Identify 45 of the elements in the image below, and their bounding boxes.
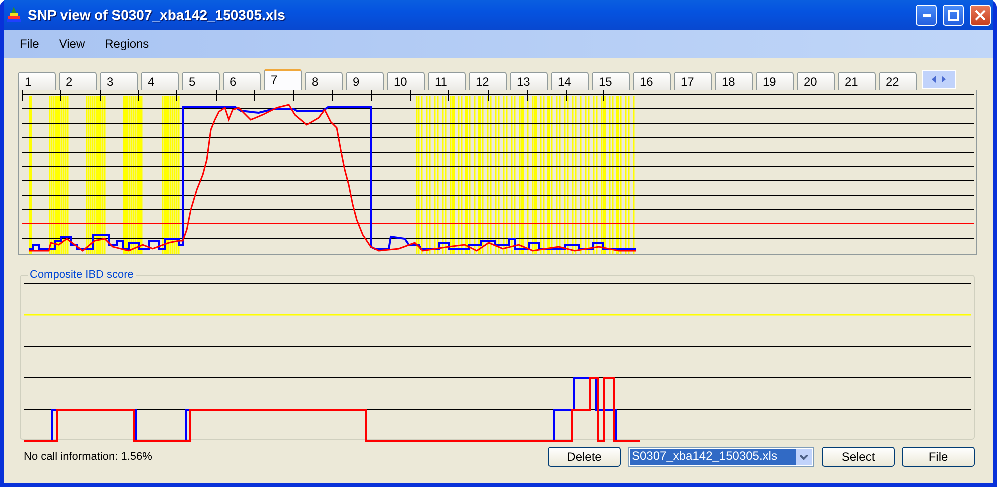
chromosome-tab[interactable]: 17 bbox=[674, 72, 712, 90]
minimize-icon bbox=[922, 14, 930, 16]
chromosome-tab[interactable]: 9 bbox=[346, 72, 384, 90]
chromosome-tab[interactable]: 10 bbox=[387, 72, 425, 90]
panel-label: Composite IBD score bbox=[29, 269, 135, 281]
window-title: SNP view of S0307_xba142_150305.xls bbox=[28, 7, 286, 23]
file-button[interactable]: File bbox=[902, 447, 975, 467]
chromosome-tab[interactable]: 2 bbox=[59, 72, 97, 90]
menu-item[interactable]: Regions bbox=[95, 37, 160, 51]
chromosome-tab[interactable]: 15 bbox=[592, 72, 630, 90]
chromosome-tab[interactable]: 21 bbox=[838, 72, 876, 90]
chromosome-tab[interactable]: 20 bbox=[797, 72, 835, 90]
chromosome-tab[interactable]: 7 bbox=[264, 69, 302, 90]
chromosome-tab[interactable]: 12 bbox=[469, 72, 507, 90]
maximize-icon bbox=[948, 10, 959, 20]
select-button[interactable]: Select bbox=[822, 447, 895, 467]
close-icon bbox=[975, 10, 986, 20]
minimize-button[interactable] bbox=[916, 4, 937, 26]
app-logo-icon bbox=[6, 7, 22, 23]
chromosome-tab[interactable]: 11 bbox=[428, 72, 466, 90]
chromosome-tab[interactable]: 3 bbox=[100, 72, 138, 90]
chromosome-tab[interactable]: 22 bbox=[879, 72, 917, 90]
right-arrow-icon bbox=[942, 76, 946, 83]
dropdown-value: S0307_xba142_150305.xls bbox=[630, 449, 796, 465]
chromosome-tab[interactable]: 13 bbox=[510, 72, 548, 90]
close-button[interactable] bbox=[970, 4, 991, 26]
chromosome-tab[interactable]: 5 bbox=[182, 72, 220, 90]
dropdown-arrow-button[interactable] bbox=[796, 449, 812, 465]
chromosome-tab[interactable]: 19 bbox=[756, 72, 794, 90]
chevron-down-icon bbox=[800, 454, 808, 460]
chromosome-tab[interactable]: 6 bbox=[223, 72, 261, 90]
chromosome-tab[interactable]: 8 bbox=[305, 72, 343, 90]
chromosome-tab[interactable]: 16 bbox=[633, 72, 671, 90]
status-text: No call information: 1.56% bbox=[24, 451, 154, 463]
left-arrow-icon bbox=[932, 76, 936, 83]
chromosome-tab[interactable]: 4 bbox=[141, 72, 179, 90]
menu-item[interactable]: View bbox=[49, 37, 96, 51]
menu-item[interactable]: File bbox=[10, 37, 50, 51]
maximize-button[interactable] bbox=[943, 4, 964, 26]
chromosome-tab[interactable]: 1 bbox=[18, 72, 56, 90]
tab-scroll-buttons[interactable] bbox=[922, 70, 956, 89]
chromosome-tab[interactable]: 18 bbox=[715, 72, 753, 90]
chromosome-tab[interactable]: 14 bbox=[551, 72, 589, 90]
delete-button[interactable]: Delete bbox=[548, 447, 621, 467]
file-dropdown[interactable]: S0307_xba142_150305.xls bbox=[628, 447, 814, 467]
